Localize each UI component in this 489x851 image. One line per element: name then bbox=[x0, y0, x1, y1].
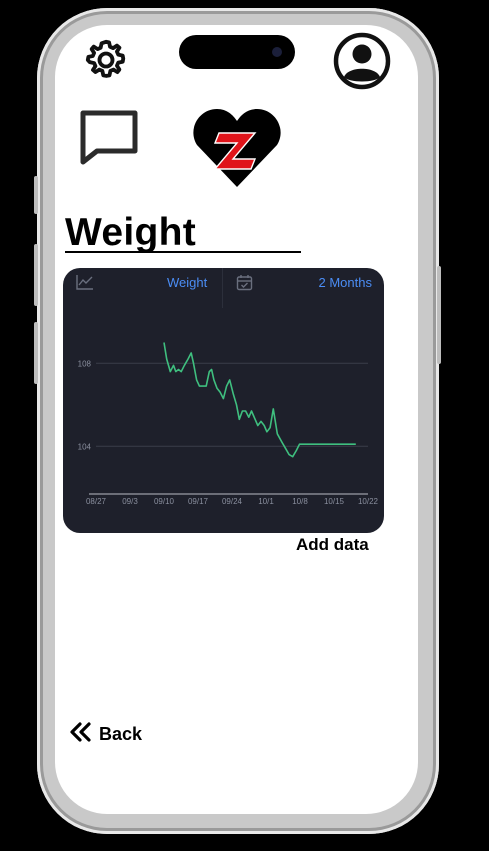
side-button bbox=[437, 266, 441, 364]
weight-chart-card: Weight 2 Months 104 108 08/27 09/3 09/10 09/1… bbox=[63, 268, 384, 533]
x-tick-label: 09/10 bbox=[154, 497, 175, 506]
y-tick-label: 108 bbox=[78, 359, 92, 368]
profile-icon[interactable] bbox=[333, 32, 391, 90]
app-screen: Weight Weight 2 Months 104 108 08/27 09/3 09… bbox=[55, 25, 418, 814]
x-tick-label: 09/24 bbox=[222, 497, 243, 506]
page-title: Weight bbox=[65, 211, 197, 254]
x-tick-label: 09/3 bbox=[122, 497, 138, 506]
back-label: Back bbox=[99, 723, 143, 744]
chat-icon[interactable] bbox=[79, 109, 139, 165]
dynamic-island bbox=[179, 35, 295, 69]
side-button bbox=[34, 176, 38, 214]
title-underline bbox=[65, 251, 301, 253]
weight-line-chart: 104 108 08/27 09/3 09/10 09/17 09/24 10/1 10/8 10… bbox=[78, 342, 379, 506]
x-tick-label: 10/1 bbox=[258, 497, 274, 506]
double-chevron-left-icon bbox=[69, 721, 93, 747]
x-tick-label: 10/22 bbox=[358, 497, 379, 506]
x-tick-label: 10/15 bbox=[324, 497, 345, 506]
back-button[interactable]: Back bbox=[69, 721, 143, 747]
x-tick-label: 09/17 bbox=[188, 497, 209, 506]
side-button bbox=[34, 322, 38, 384]
x-tick-label: 10/8 bbox=[292, 497, 308, 506]
y-tick-label: 104 bbox=[78, 442, 92, 451]
x-tick-label: 08/27 bbox=[86, 497, 107, 506]
gear-icon[interactable] bbox=[83, 37, 129, 83]
add-data-button[interactable]: Add data bbox=[296, 535, 369, 555]
heart-logo-icon[interactable] bbox=[193, 107, 281, 189]
side-button bbox=[34, 244, 38, 306]
weight-series-line bbox=[163, 342, 356, 458]
